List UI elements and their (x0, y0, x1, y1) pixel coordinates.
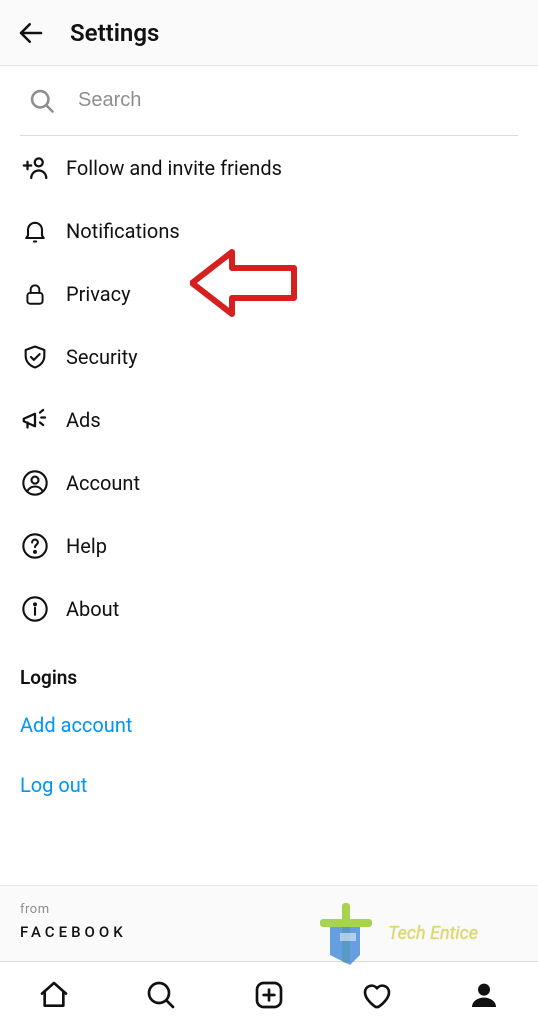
menu-ads[interactable]: Ads (20, 388, 518, 451)
heart-icon (361, 979, 393, 1011)
content-area: Follow and invite friends Notifications … (0, 66, 538, 885)
bell-icon (20, 216, 50, 246)
search-icon (145, 979, 177, 1011)
menu-help[interactable]: Help (20, 514, 518, 577)
shield-icon (20, 342, 50, 372)
menu-account[interactable]: Account (20, 451, 518, 514)
menu-privacy[interactable]: Privacy (20, 262, 518, 325)
tab-activity[interactable] (357, 975, 397, 1015)
profile-icon (468, 979, 500, 1011)
menu-notifications[interactable]: Notifications (20, 199, 518, 262)
search-icon (28, 87, 56, 115)
menu-follow-invite[interactable]: Follow and invite friends (20, 136, 518, 199)
plus-square-icon (253, 979, 285, 1011)
menu-label: Ads (66, 408, 101, 432)
lock-icon (20, 279, 50, 309)
tab-profile[interactable] (464, 975, 504, 1015)
back-arrow-icon (16, 18, 46, 48)
link-label: Add account (20, 713, 132, 737)
menu-label: Security (66, 345, 138, 369)
menu-label: About (66, 597, 119, 621)
menu-security[interactable]: Security (20, 325, 518, 388)
footer-from: from FACEBOOK Tech Entice (0, 885, 538, 961)
header-bar: Settings (0, 0, 538, 66)
add-person-icon (20, 153, 50, 183)
megaphone-icon (20, 405, 50, 435)
back-button[interactable] (14, 16, 48, 50)
logins-heading: Logins (20, 666, 518, 689)
account-icon (20, 468, 50, 498)
menu-label: Privacy (66, 282, 131, 306)
page-title: Settings (70, 19, 159, 47)
link-label: Log out (20, 773, 87, 797)
company-text: FACEBOOK (20, 923, 518, 941)
info-icon (20, 594, 50, 624)
add-account-link[interactable]: Add account (20, 695, 518, 755)
search-row[interactable] (20, 66, 518, 136)
log-out-link[interactable]: Log out (20, 755, 518, 815)
menu-label: Follow and invite friends (66, 156, 282, 180)
tab-new-post[interactable] (249, 975, 289, 1015)
tab-search[interactable] (141, 975, 181, 1015)
bottom-tab-bar (0, 961, 538, 1027)
tab-home[interactable] (34, 975, 74, 1015)
help-icon (20, 531, 50, 561)
menu-label: Account (66, 471, 140, 495)
menu-label: Help (66, 534, 107, 558)
search-input[interactable] (78, 89, 518, 112)
from-text: from (20, 902, 518, 917)
home-icon (38, 979, 70, 1011)
menu-label: Notifications (66, 219, 180, 243)
menu-about[interactable]: About (20, 577, 518, 640)
